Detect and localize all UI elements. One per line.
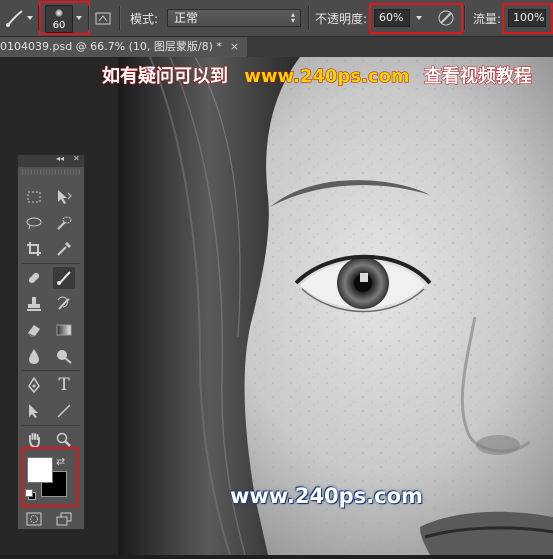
mode-select-value: 正常 bbox=[174, 11, 199, 25]
highlight-box-flow bbox=[502, 3, 553, 34]
select-arrows-icon: ▴ ▾ bbox=[290, 10, 295, 25]
divider bbox=[119, 6, 121, 30]
watermark-prefix: 如有疑问可以到 bbox=[102, 66, 229, 88]
panel-grip[interactable] bbox=[22, 169, 80, 175]
watermark-top: 如有疑问可以到 www.240ps.com 查看视频教程 bbox=[102, 62, 533, 88]
tools-panel-header[interactable]: ◂◂ ✕ bbox=[18, 154, 84, 167]
brush-tool-icon[interactable] bbox=[53, 267, 75, 289]
highlight-box-brush-size bbox=[39, 1, 90, 35]
divider bbox=[22, 370, 80, 371]
marquee-tool-icon[interactable] bbox=[23, 186, 45, 208]
gradient-tool-icon[interactable] bbox=[53, 319, 75, 341]
eyedropper-tool-icon[interactable] bbox=[53, 238, 75, 260]
divider bbox=[88, 6, 90, 30]
screen-mode-icon[interactable] bbox=[53, 508, 75, 530]
pen-tool-icon[interactable] bbox=[23, 374, 45, 396]
move-tool-icon[interactable] bbox=[53, 186, 75, 208]
tool-preset-chevron-down-icon[interactable] bbox=[27, 0, 33, 36]
history-brush-tool-icon[interactable] bbox=[53, 293, 75, 315]
watermark-suffix: 查看视频教程 bbox=[423, 66, 532, 88]
highlight-box-opacity bbox=[369, 3, 463, 34]
document-tab-bar: 0104039.psd @ 66.7% (10, 图层蒙版/8) * × bbox=[0, 37, 553, 57]
line-tool-icon[interactable] bbox=[53, 400, 75, 422]
divider bbox=[22, 425, 80, 426]
type-tool-icon[interactable]: T bbox=[53, 374, 75, 396]
crop-tool-icon[interactable] bbox=[23, 238, 45, 260]
close-icon[interactable]: × bbox=[230, 37, 239, 57]
divider bbox=[22, 263, 80, 264]
divider bbox=[308, 6, 310, 30]
divider bbox=[464, 6, 466, 30]
blur-tool-icon[interactable] bbox=[23, 345, 45, 367]
lasso-tool-icon[interactable] bbox=[23, 212, 45, 234]
watermark-url: www.240ps.com bbox=[244, 66, 410, 88]
close-icon[interactable]: ✕ bbox=[73, 154, 80, 163]
document-tab-title: 0104039.psd @ 66.7% (10, 图层蒙版/8) * bbox=[0, 40, 222, 53]
brush-tool-preset-icon[interactable] bbox=[4, 0, 26, 36]
tools-panel: ◂◂ ✕ T ⇄ bbox=[17, 154, 85, 530]
document-tab[interactable]: 0104039.psd @ 66.7% (10, 图层蒙版/8) * × bbox=[0, 37, 248, 57]
mode-select[interactable]: 正常 ▴ ▾ bbox=[167, 9, 301, 27]
clone-stamp-tool-icon[interactable] bbox=[23, 293, 45, 315]
options-bar: 60 模式: 正常 ▴ ▾ 不透明度: 60% 流量: 100% bbox=[0, 0, 553, 37]
eraser-tool-icon[interactable] bbox=[23, 319, 45, 341]
flow-label: 流量: bbox=[473, 11, 502, 26]
watermark-bottom-url: www.240ps.com bbox=[230, 484, 423, 508]
spot-healing-brush-tool-icon[interactable] bbox=[23, 267, 45, 289]
dodge-tool-icon[interactable] bbox=[53, 345, 75, 367]
collapse-icon[interactable]: ◂◂ bbox=[56, 154, 64, 163]
path-selection-tool-icon[interactable] bbox=[23, 400, 45, 422]
quick-mask-icon[interactable] bbox=[23, 508, 45, 530]
quick-selection-tool-icon[interactable] bbox=[53, 212, 75, 234]
mode-label: 模式: bbox=[130, 11, 159, 26]
opacity-label: 不透明度: bbox=[315, 11, 368, 26]
highlight-box-colors bbox=[21, 447, 78, 507]
brush-panel-toggle-icon[interactable] bbox=[95, 0, 111, 36]
